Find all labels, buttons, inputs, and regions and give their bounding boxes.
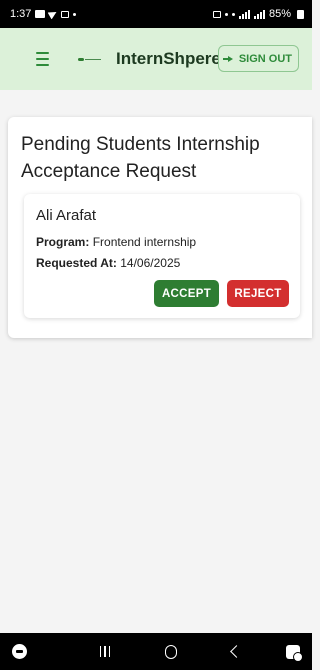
hamburger-menu-icon[interactable] <box>36 52 54 66</box>
program-line: Program: Frontend internship <box>36 235 196 249</box>
program-value: Frontend internship <box>92 235 197 249</box>
back-icon[interactable] <box>230 645 243 658</box>
battery-percent: 85% <box>268 8 291 20</box>
app-bar: InternShpere SIGN OUT <box>0 28 312 90</box>
mute-icon <box>231 12 235 16</box>
pending-requests-panel: Pending Students Internship Acceptance R… <box>8 117 312 338</box>
requested-at-line: Requested At: 14/06/2025 <box>36 256 180 270</box>
gallery-notification-icon <box>35 10 46 18</box>
home-icon[interactable] <box>165 644 178 659</box>
main-content: Pending Students Internship Acceptance R… <box>0 90 312 633</box>
wifi-signal-icon <box>238 9 250 19</box>
requested-at-label: Requested At: <box>36 256 117 270</box>
accept-button[interactable]: ACCEPT <box>154 280 219 307</box>
cell-signal-icon <box>253 9 265 19</box>
battery-icon <box>297 9 304 19</box>
alarm-icon <box>212 10 221 18</box>
more-notifications-icon <box>73 12 77 16</box>
status-bar: 1:37 85% <box>0 0 312 28</box>
system-nav-bar <box>0 633 312 670</box>
sign-out-button[interactable]: SIGN OUT <box>217 45 299 72</box>
phone-screen: 1:37 85% InternShpere SIGN OUT Pending S… <box>0 0 312 670</box>
app-logo <box>78 53 108 65</box>
reject-button[interactable]: REJECT <box>227 280 289 307</box>
recents-icon[interactable] <box>99 646 111 657</box>
bluetooth-icon <box>224 12 228 16</box>
student-name: Ali Arafat <box>36 207 97 224</box>
game-launcher-icon[interactable] <box>12 644 27 659</box>
telegram-notification-icon <box>47 8 59 20</box>
request-card: Ali Arafat Program: Frontend internship … <box>24 194 300 318</box>
keyboard-icon[interactable] <box>286 644 303 662</box>
requested-at-value: 14/06/2025 <box>120 256 181 270</box>
logout-icon <box>222 54 234 64</box>
sign-out-label: SIGN OUT <box>238 52 292 65</box>
status-left: 1:37 <box>10 8 77 20</box>
app-title: InternShpere <box>116 49 221 68</box>
program-label: Program: <box>36 235 90 249</box>
mail-notification-icon <box>61 10 70 18</box>
status-time: 1:37 <box>10 8 32 20</box>
panel-title: Pending Students Internship Acceptance R… <box>21 134 260 182</box>
status-right: 85% <box>212 8 304 20</box>
